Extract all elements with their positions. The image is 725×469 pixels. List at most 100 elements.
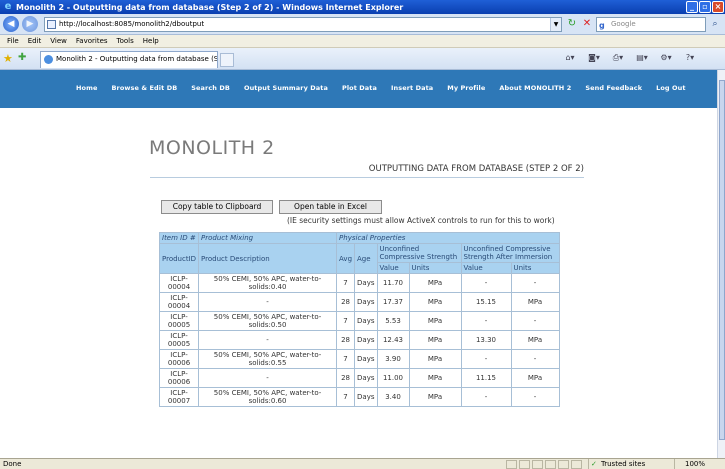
minimize-button[interactable]: _ — [686, 1, 698, 13]
feeds-icon[interactable]: ◙▾ — [584, 53, 604, 63]
tools-menu-icon[interactable]: ⚙▾ — [656, 53, 676, 63]
cell-ucs-immersion-value: 11.15 — [460, 368, 512, 388]
back-button[interactable]: ◀ — [3, 16, 19, 32]
cell-ucs-value: 12.43 — [376, 330, 410, 350]
menu-tools[interactable]: Tools — [117, 37, 134, 45]
data-table: Item ID # Product Mixing Physical Proper… — [158, 232, 560, 407]
cell-ucs-immersion-value: - — [460, 387, 512, 407]
browser-tab[interactable]: Monolith 2 - Outputting data from databa… — [40, 51, 218, 68]
cell-product-id: ICLP-00005 — [158, 311, 200, 331]
header-value: Value — [460, 262, 512, 274]
address-dropdown-icon[interactable]: ▼ — [550, 18, 561, 31]
cell-age: Days — [354, 368, 378, 388]
refresh-icon[interactable]: ↻ — [565, 17, 579, 31]
cell-ucs-units: MPa — [408, 330, 462, 350]
table-row: ICLP-00006 50% CEMI, 50% APC, water-to-so… — [158, 349, 560, 369]
cell-age: Days — [354, 330, 378, 350]
cell-ucs-units: MPa — [408, 368, 462, 388]
header-units: Units — [510, 262, 560, 274]
cell-age: Days — [354, 311, 378, 331]
cell-product-id: ICLP-00005 — [158, 330, 200, 350]
forward-button[interactable]: ▶ — [22, 16, 38, 32]
cell-description: 50% CEMI, 50% APC, water-to-solids:0.60 — [198, 387, 338, 407]
site-brand: MONOLITH 2 — [149, 137, 275, 159]
cell-avg: 28 — [336, 330, 356, 350]
status-bar: Done ✓ Trusted sites 100% — [0, 458, 725, 469]
new-tab-button[interactable] — [220, 53, 234, 67]
nav-output-summary-data[interactable]: Output Summary Data — [244, 84, 328, 92]
cell-avg: 28 — [336, 292, 356, 312]
cell-ucs-units: MPa — [408, 349, 462, 369]
search-input[interactable]: g Google — [596, 17, 706, 32]
cell-avg: 7 — [336, 349, 356, 369]
page-menu-icon[interactable]: ▤▾ — [632, 53, 652, 63]
cell-description: - — [198, 292, 338, 312]
search-placeholder: Google — [611, 20, 636, 28]
tab-toolbar: ★ ✚ Monolith 2 - Outputting data from da… — [0, 48, 725, 70]
nav-send-feedback[interactable]: Send Feedback — [585, 84, 642, 92]
header-ucs-immersion: Unconfined Compressive Strength After Im… — [460, 243, 560, 263]
help-menu-icon[interactable]: ?▾ — [680, 53, 700, 63]
menu-file[interactable]: File — [7, 37, 19, 45]
nav-log-out[interactable]: Log Out — [656, 84, 685, 92]
nav-plot-data[interactable]: Plot Data — [342, 84, 377, 92]
cell-product-id: ICLP-00006 — [158, 368, 200, 388]
menu-edit[interactable]: Edit — [28, 37, 42, 45]
vertical-scrollbar[interactable] — [717, 70, 725, 458]
table-row: ICLP-00004 50% CEMI, 50% APC, water-to-so… — [158, 273, 560, 293]
header-age: Age — [354, 243, 378, 274]
table-row: ICLP-00004-28 Days 17.37 MPa 15.15 MPa — [158, 292, 560, 312]
maximize-button[interactable]: ▫ — [699, 1, 711, 13]
header-item-id: Item ID # — [158, 232, 200, 244]
cell-description: 50% CEMI, 50% APC, water-to-solids:0.55 — [198, 349, 338, 369]
cell-ucs-value: 11.00 — [376, 368, 410, 388]
window-title: Monolith 2 - Outputting data from databa… — [16, 2, 404, 12]
page-icon — [47, 20, 56, 29]
cell-age: Days — [354, 292, 378, 312]
activex-note: (IE security settings must allow ActiveX… — [287, 216, 555, 225]
menu-help[interactable]: Help — [143, 37, 159, 45]
search-icon[interactable]: ⌕ — [708, 17, 722, 31]
ie-logo-icon: e — [4, 1, 12, 12]
stop-icon[interactable]: ✕ — [580, 17, 594, 31]
menu-favorites[interactable]: Favorites — [76, 37, 108, 45]
open-in-excel-button[interactable]: Open table in Excel — [279, 200, 382, 214]
cell-avg: 28 — [336, 368, 356, 388]
cell-ucs-immersion-value: - — [460, 273, 512, 293]
page-viewport: Home Browse & Edit DB Search DB Output S… — [0, 70, 717, 458]
address-field[interactable]: http://localhost:8085/monolith2/dboutput… — [44, 17, 562, 32]
header-units: Units — [408, 262, 462, 274]
nav-browse-edit-db[interactable]: Browse & Edit DB — [112, 84, 178, 92]
favorites-star-icon[interactable]: ★ — [3, 52, 13, 65]
cell-description: 50% CEMI, 50% APC, water-to-solids:0.40 — [198, 273, 338, 293]
copy-to-clipboard-button[interactable]: Copy table to Clipboard — [161, 200, 273, 214]
cell-avg: 7 — [336, 311, 356, 331]
close-button[interactable]: × — [712, 1, 724, 13]
table-body: ICLP-00004 50% CEMI, 50% APC, water-to-so… — [158, 273, 560, 407]
cell-age: Days — [354, 387, 378, 407]
print-icon[interactable]: ⎙▾ — [608, 53, 628, 63]
menu-view[interactable]: View — [50, 37, 67, 45]
scrollbar-thumb[interactable] — [719, 80, 725, 440]
cell-ucs-immersion-value: 13.30 — [460, 330, 512, 350]
header-product-description: Product Description — [198, 243, 338, 274]
cell-ucs-units: MPa — [408, 292, 462, 312]
header-avg: Avg — [336, 243, 356, 274]
title-divider — [150, 177, 584, 178]
cell-age: Days — [354, 349, 378, 369]
zoom-level[interactable]: 100% — [674, 459, 725, 469]
nav-search-db[interactable]: Search DB — [191, 84, 230, 92]
cell-ucs-immersion-units: - — [510, 387, 560, 407]
command-bar: ⌂▾ ◙▾ ⎙▾ ▤▾ ⚙▾ ?▾ — [560, 53, 700, 63]
header-value: Value — [376, 262, 410, 274]
check-icon: ✓ — [591, 460, 597, 468]
tab-page-icon — [44, 55, 53, 64]
nav-my-profile[interactable]: My Profile — [447, 84, 485, 92]
home-icon[interactable]: ⌂▾ — [560, 53, 580, 63]
cell-ucs-units: MPa — [408, 311, 462, 331]
nav-about[interactable]: About MONOLITH 2 — [499, 84, 571, 92]
security-zone[interactable]: ✓ Trusted sites — [588, 459, 670, 469]
add-favorite-icon[interactable]: ✚ — [18, 52, 26, 63]
nav-home[interactable]: Home — [76, 84, 98, 92]
nav-insert-data[interactable]: Insert Data — [391, 84, 433, 92]
